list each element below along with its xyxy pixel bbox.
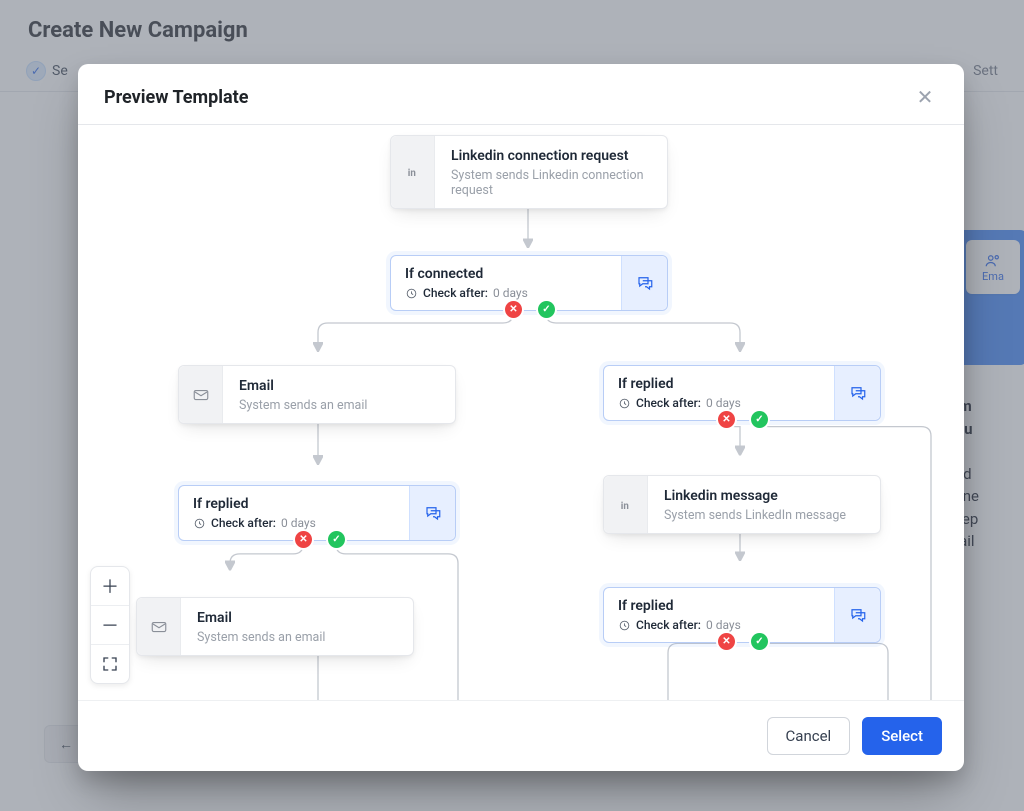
node-subtitle: System sends Linkedin connection request: [451, 168, 651, 198]
zoom-in-button[interactable]: ＋: [91, 567, 129, 605]
node-linkedin-message[interactable]: in Linkedin message System sends LinkedI…: [603, 475, 881, 534]
close-button[interactable]: ✕: [912, 84, 938, 110]
email-icon: [137, 598, 181, 655]
chat-icon: [621, 256, 667, 310]
zoom-fit-button[interactable]: [91, 644, 129, 683]
node-subtitle: System sends an email: [239, 398, 439, 413]
condition-if-connected[interactable]: If connected Check after: 0 days: [390, 255, 668, 311]
minus-icon: －: [101, 612, 119, 638]
zoom-out-button[interactable]: －: [91, 605, 129, 644]
branch-no-icon: ✕: [718, 633, 735, 650]
node-linkedin-connection[interactable]: in Linkedin connection request System se…: [390, 135, 668, 209]
node-title: Linkedin message: [664, 488, 864, 504]
condition-title: If replied: [618, 598, 820, 614]
select-button-label: Select: [881, 727, 923, 745]
condition-title: If replied: [193, 496, 395, 512]
node-title: Email: [197, 610, 397, 626]
svg-text:in: in: [620, 500, 628, 511]
branch-no-icon: ✕: [718, 411, 735, 428]
clock-icon: [618, 619, 631, 632]
select-button[interactable]: Select: [862, 717, 942, 755]
node-title: Linkedin connection request: [451, 148, 651, 164]
chat-icon: [409, 486, 455, 540]
branch-yes-icon: ✓: [751, 633, 768, 650]
flow-canvas-wrapper: in Linkedin connection request System se…: [78, 125, 964, 700]
condition-if-replied-left[interactable]: If replied Check after: 0 days: [178, 485, 456, 541]
branch-yes-icon: ✓: [328, 531, 345, 548]
node-subtitle: System sends LinkedIn message: [664, 508, 864, 523]
linkedin-icon: in: [391, 136, 435, 208]
linkedin-icon: in: [604, 476, 648, 533]
cancel-button[interactable]: Cancel: [767, 717, 851, 755]
clock-icon: [405, 287, 418, 300]
condition-meta: Check after: 0 days: [193, 516, 395, 530]
condition-if-replied-right-1[interactable]: If replied Check after: 0 days: [603, 365, 881, 421]
chat-icon: [834, 366, 880, 420]
branch-yes-icon: ✓: [751, 411, 768, 428]
fullscreen-icon: [101, 655, 119, 673]
branch-no-icon: ✕: [505, 301, 522, 318]
node-title: Email: [239, 378, 439, 394]
condition-meta: Check after: 0 days: [618, 396, 820, 410]
clock-icon: [618, 397, 631, 410]
condition-meta: Check after: 0 days: [618, 618, 820, 632]
node-email-1[interactable]: Email System sends an email: [178, 365, 456, 424]
email-icon: [179, 366, 223, 423]
branch-no-icon: ✕: [295, 531, 312, 548]
plus-icon: ＋: [101, 573, 119, 599]
condition-meta: Check after: 0 days: [405, 286, 607, 300]
node-email-2[interactable]: Email System sends an email: [136, 597, 414, 656]
clock-icon: [193, 517, 206, 530]
branch-yes-icon: ✓: [538, 301, 555, 318]
condition-title: If replied: [618, 376, 820, 392]
svg-text:in: in: [407, 168, 415, 179]
modal-header: Preview Template ✕: [78, 64, 964, 124]
chat-icon: [834, 588, 880, 642]
flow-canvas[interactable]: in Linkedin connection request System se…: [78, 125, 964, 700]
preview-template-modal: Preview Template ✕: [78, 64, 964, 771]
cancel-button-label: Cancel: [786, 727, 832, 745]
condition-if-replied-right-2[interactable]: If replied Check after: 0 days: [603, 587, 881, 643]
zoom-controls: ＋ －: [90, 566, 130, 684]
modal-title: Preview Template: [104, 87, 248, 108]
condition-title: If connected: [405, 266, 607, 282]
node-subtitle: System sends an email: [197, 630, 397, 645]
close-icon: ✕: [917, 85, 934, 109]
modal-footer: Cancel Select: [78, 700, 964, 771]
